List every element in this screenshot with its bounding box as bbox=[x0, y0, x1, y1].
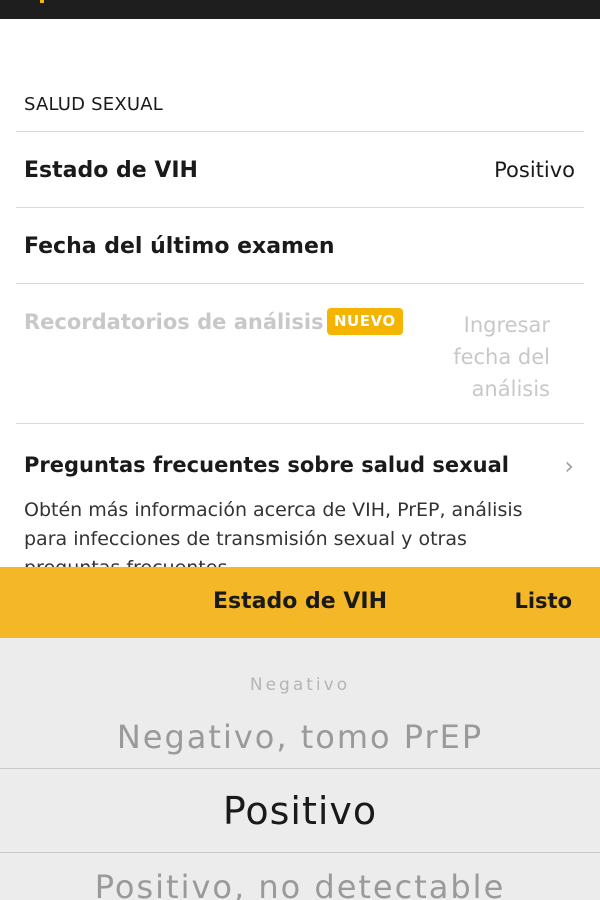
status-bar-accent bbox=[40, 0, 44, 3]
picker-option[interactable]: Negativo, tomo PrEP bbox=[0, 718, 600, 756]
hiv-status-value: Positivo bbox=[494, 158, 575, 182]
picker-selection-line-bottom bbox=[0, 852, 600, 853]
divider bbox=[16, 423, 584, 424]
divider bbox=[16, 283, 584, 284]
new-badge: NUEVO bbox=[327, 308, 403, 335]
last-test-label: Fecha del último examen bbox=[24, 234, 335, 259]
picker-selection-line-top bbox=[0, 768, 600, 769]
test-date-placeholder: Ingresar fecha del análisis bbox=[453, 313, 550, 401]
faq-description: Obtén más información acerca de VIH, PrE… bbox=[24, 499, 523, 568]
status-bar bbox=[0, 0, 600, 19]
picker-toolbar: Estado de VIH Listo bbox=[0, 567, 600, 638]
picker-title: Estado de VIH bbox=[213, 589, 387, 614]
hiv-status-label: Estado de VIH bbox=[24, 158, 198, 183]
divider bbox=[16, 131, 584, 132]
picker-wheel[interactable]: Negativo Negativo, tomo PrEP Positivo Po… bbox=[0, 638, 600, 900]
divider bbox=[16, 207, 584, 208]
picker-option[interactable]: Positivo, no detectable bbox=[0, 868, 600, 900]
picker-option-selected[interactable]: Positivo bbox=[0, 789, 600, 833]
done-button[interactable]: Listo bbox=[514, 589, 572, 613]
picker-option[interactable]: Negativo bbox=[0, 675, 600, 695]
chevron-right-icon: › bbox=[564, 452, 574, 480]
faq-title: Preguntas frecuentes sobre salud sexual bbox=[24, 453, 509, 477]
test-reminders-label: Recordatorios de análisis bbox=[24, 310, 324, 334]
section-header: SALUD SEXUAL bbox=[24, 94, 164, 115]
